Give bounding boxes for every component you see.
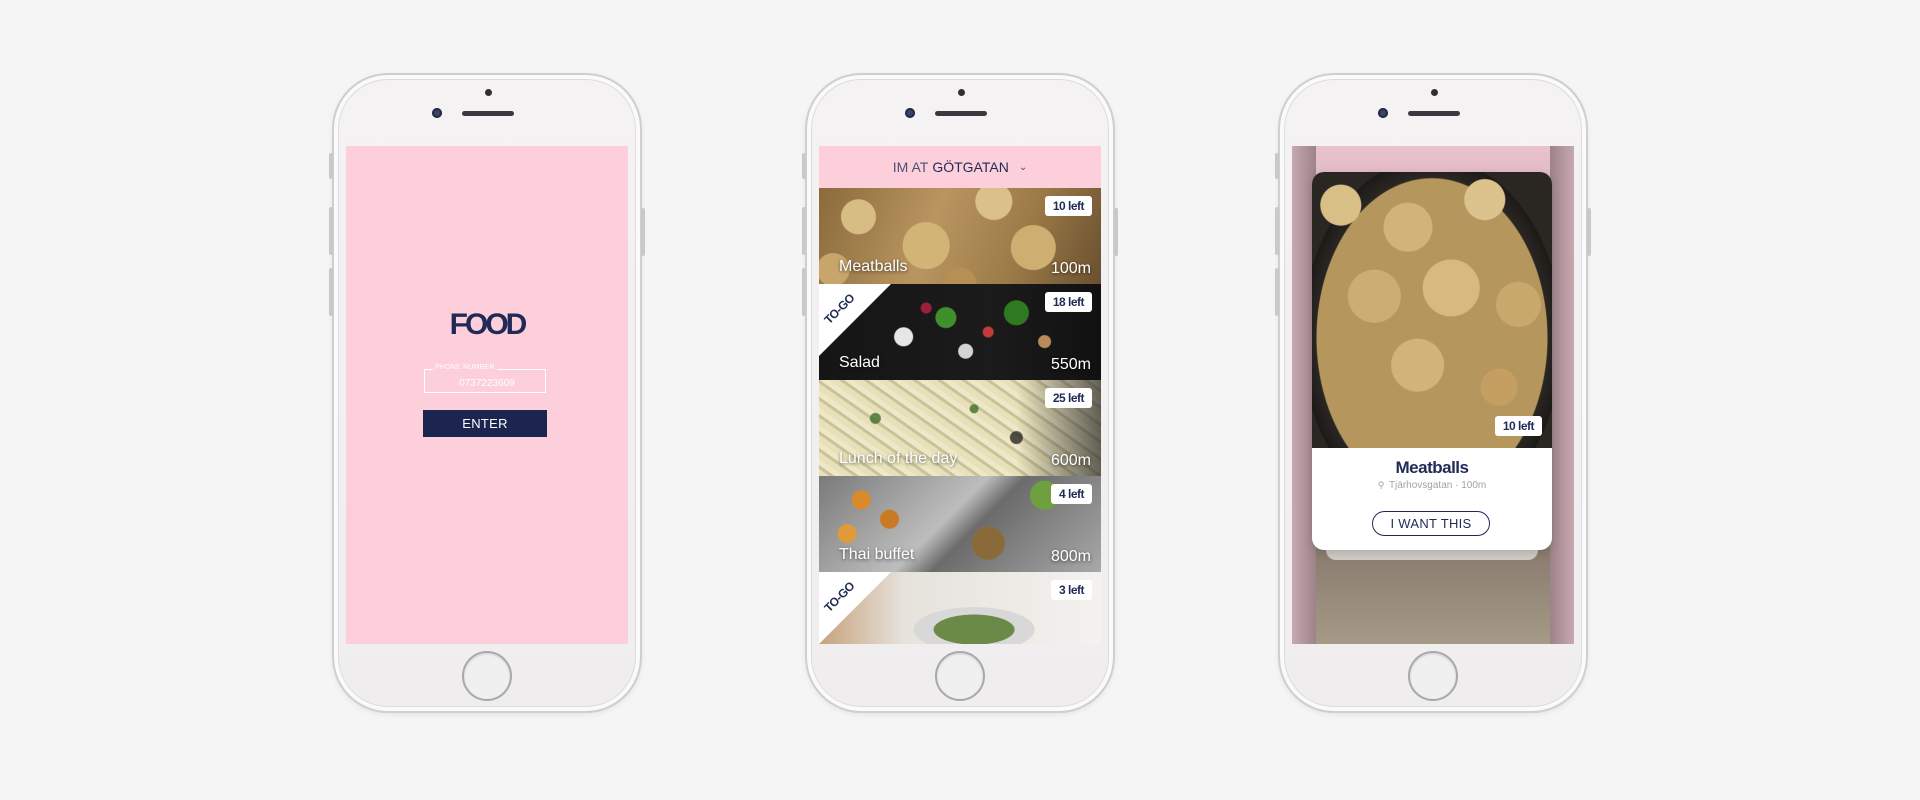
volume-up-button	[1275, 207, 1279, 255]
location-name: GÖTGATAN	[932, 159, 1009, 175]
phone-number-input[interactable]	[425, 373, 549, 393]
food-name: Meatballs	[839, 258, 908, 275]
location-prefix: IM AT	[892, 159, 929, 175]
power-button	[1587, 208, 1591, 256]
camera-icon	[1378, 108, 1388, 118]
food-card-meatballs[interactable]: 10 left Meatballs 100m	[819, 188, 1101, 284]
speaker-grille	[1408, 111, 1460, 116]
food-detail-screen: 10 left Meatballs ⚲ Tjärhovsgatan · 100m…	[1292, 146, 1574, 644]
volume-down-button	[802, 268, 806, 316]
mute-switch	[802, 153, 806, 179]
enter-button[interactable]: ENTER	[423, 410, 547, 437]
phone-login: FOOD PHONE NUMBER ENTER	[329, 73, 645, 713]
food-name: Thai buffet	[839, 546, 915, 563]
food-list-screen: IM AT GÖTGATAN ⌄ 10 left Meatballs 100m …	[819, 146, 1101, 644]
food-card-salad[interactable]: TO-GO 18 left Salad 550m	[819, 284, 1101, 380]
camera-icon	[432, 108, 442, 118]
phone-number-label: PHONE NUMBER	[433, 364, 497, 371]
volume-down-button	[329, 268, 333, 316]
login-screen: FOOD PHONE NUMBER ENTER	[346, 146, 628, 644]
i-want-this-button[interactable]: I WANT THIS	[1372, 511, 1490, 536]
power-button	[641, 208, 645, 256]
sensor-dot	[958, 89, 965, 96]
food-card-bowl[interactable]: TO-GO 3 left	[819, 572, 1101, 644]
remaining-badge: 10 left	[1044, 196, 1092, 216]
sensor-dot	[485, 89, 492, 96]
blurred-background	[1550, 146, 1574, 644]
mute-switch	[1275, 153, 1279, 179]
food-title: Meatballs	[1395, 458, 1469, 477]
remaining-badge: 18 left	[1044, 292, 1092, 312]
food-card-lunch[interactable]: 25 left Lunch of the day 600m	[819, 380, 1101, 476]
mute-switch	[329, 153, 333, 179]
food-distance: 600m	[1050, 452, 1091, 469]
app-logo: FOOD	[449, 308, 528, 341]
location-pin-icon: ⚲	[1377, 480, 1385, 490]
camera-icon	[905, 108, 915, 118]
food-name: Salad	[839, 354, 880, 371]
remaining-badge: 4 left	[1050, 484, 1092, 504]
sensor-dot	[1431, 89, 1438, 96]
food-photo	[1312, 172, 1552, 448]
speaker-grille	[935, 111, 987, 116]
remaining-badge: 25 left	[1044, 388, 1092, 408]
food-distance: 100m	[1050, 260, 1091, 277]
food-location: ⚲ Tjärhovsgatan · 100m	[1312, 480, 1552, 491]
phone-number-field[interactable]: PHONE NUMBER	[424, 364, 549, 393]
location-selector[interactable]: IM AT GÖTGATAN ⌄	[819, 146, 1101, 188]
home-button-icon[interactable]	[935, 651, 985, 701]
food-detail-card: 10 left Meatballs ⚲ Tjärhovsgatan · 100m…	[1312, 172, 1552, 550]
food-location-text: Tjärhovsgatan · 100m	[1388, 480, 1487, 491]
remaining-badge: 3 left	[1050, 580, 1092, 600]
card-stack-edge	[1326, 550, 1538, 560]
volume-up-button	[802, 207, 806, 255]
home-button-icon[interactable]	[1408, 651, 1458, 701]
phone-detail: 10 left Meatballs ⚲ Tjärhovsgatan · 100m…	[1275, 73, 1591, 713]
volume-up-button	[329, 207, 333, 255]
volume-down-button	[1275, 268, 1279, 316]
home-button-icon[interactable]	[462, 651, 512, 701]
food-distance: 550m	[1050, 356, 1091, 373]
food-card-thai[interactable]: 4 left Thai buffet 800m	[819, 476, 1101, 572]
phone-list: IM AT GÖTGATAN ⌄ 10 left Meatballs 100m …	[802, 73, 1118, 713]
chevron-down-icon: ⌄	[1018, 161, 1028, 173]
remaining-badge: 10 left	[1494, 416, 1542, 436]
food-distance: 800m	[1050, 548, 1091, 565]
power-button	[1114, 208, 1118, 256]
speaker-grille	[462, 111, 514, 116]
food-name: Lunch of the day	[839, 450, 958, 467]
